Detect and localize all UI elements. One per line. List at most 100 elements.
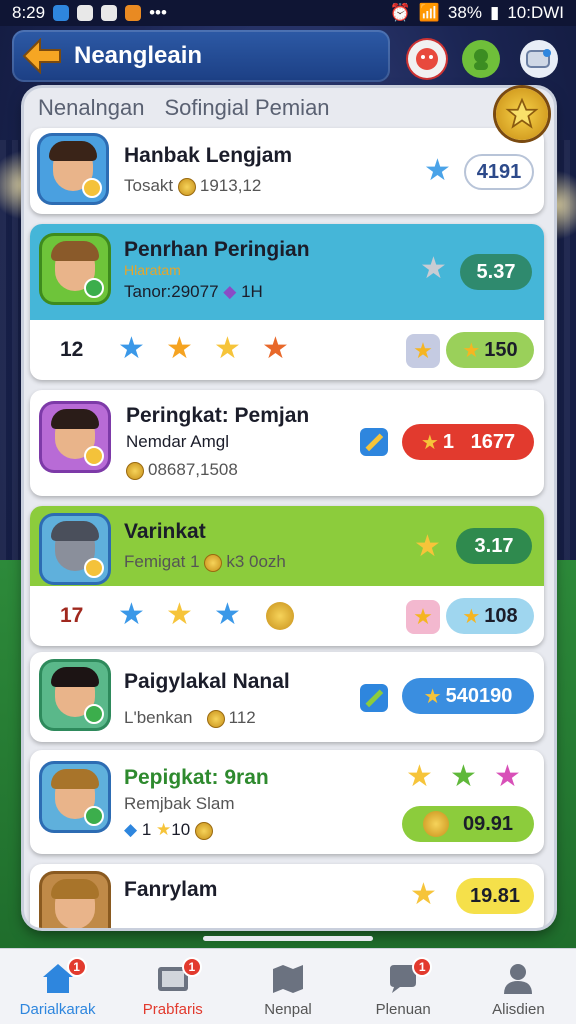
star-icon: ★ (406, 760, 433, 793)
chat-icon[interactable] (520, 40, 558, 78)
star-icon: ★ (214, 332, 241, 365)
star-icon: ★ (410, 878, 437, 911)
header-bar: Neanglеain (12, 30, 390, 82)
star-icon: ★ (262, 332, 289, 365)
leaderboard-row[interactable]: Peringkat: Pemjan Nemdar Amgl 08687,1508… (30, 390, 544, 496)
star-icon: ★ (214, 598, 241, 631)
profile-icon[interactable] (408, 40, 446, 78)
row-stats: 17 ★ ★ ★ ★ ★ 108 (30, 590, 544, 644)
player-name: Penrhan Peringian (124, 238, 310, 261)
star-icon: ★ (424, 154, 451, 187)
shop-notification-icon (125, 5, 142, 21)
star-icon: ★ (494, 760, 521, 793)
leaderboard-row[interactable]: Paigylakal Nanal L'benkan 112 ★ 540190 (30, 652, 544, 742)
tab-nenalngan[interactable]: Nenalngan (38, 95, 144, 121)
leaderboard-row[interactable]: Fanrylam ★ 19.81 (30, 864, 544, 928)
edit-icon[interactable] (360, 684, 388, 712)
home-icon: 1 (39, 957, 87, 995)
status-time: 8:29 (12, 3, 46, 22)
coin-count: 1913,12 (199, 176, 262, 195)
notification-badge: 1 (181, 957, 202, 977)
player-avatar (42, 764, 108, 830)
leaderboard-row[interactable]: Varinkat Femigat 1 k3 0ozh ★ 3.17 17 ★ ★… (30, 506, 544, 646)
more-notifications-icon: ••• (149, 3, 167, 22)
star-icon: ★ (118, 332, 145, 365)
nav-item-profile[interactable]: 1 Prabfaris (115, 949, 230, 1024)
nav-item-account[interactable]: Alisdien (461, 949, 576, 1024)
rank-badge-icon (84, 278, 104, 298)
score-pill[interactable]: 4191 (464, 154, 534, 190)
notification-badge: 1 (412, 957, 433, 977)
back-arrow-icon (22, 38, 61, 74)
score-pill[interactable]: 3.17 (456, 528, 532, 564)
trophy-icon[interactable]: ★ (406, 334, 440, 368)
player-subtitle: L'benkan 112 (124, 708, 256, 728)
bonus-pill[interactable]: ★ 108 (446, 598, 534, 634)
player-avatar (42, 516, 108, 582)
star-icon: ★ (166, 598, 193, 631)
coin-icon (206, 709, 225, 728)
favorites-star-icon[interactable] (496, 88, 548, 140)
leaderboard-row[interactable]: Hanbak Lengjam Tosakt 1913,12 ★ 4191 (30, 128, 544, 214)
trophy-icon[interactable]: ★ (406, 600, 440, 634)
player-name: Paigylakal Nanal (124, 670, 290, 693)
edit-icon[interactable] (360, 428, 388, 456)
rank-badge-icon (84, 704, 104, 724)
bonus-pill[interactable]: ★ 150 (446, 332, 534, 368)
row-stats: 12 ★ ★ ★ ★ ★ ★ 150 (30, 324, 544, 378)
player-subtitle: Nemdar Amgl (126, 432, 229, 451)
score-pill[interactable]: 5.37 (460, 254, 532, 290)
coin-icon (204, 553, 223, 572)
score-pill[interactable]: ★ 1 1677 (402, 424, 534, 460)
player-avatar (42, 404, 108, 470)
star-icon: ★ (118, 598, 145, 631)
back-button[interactable] (20, 34, 64, 78)
rank-badge-icon (82, 178, 102, 198)
chat-bubble-icon: 1 (384, 957, 433, 995)
score-pill[interactable]: ★ 540190 (402, 678, 534, 714)
nav-label: Plenuan (375, 1001, 431, 1018)
player-coins: 08687,1508 (126, 460, 238, 480)
player-avatar (42, 662, 108, 728)
status-clock: 10:DWI (507, 3, 564, 22)
nav-item-home[interactable]: 1 Darialkarak (0, 949, 115, 1024)
notification-badge: 1 (66, 957, 87, 977)
leaderboard-panel: Nenalngan Sofingial Pemian Hanbak Lengja… (24, 88, 554, 928)
player-tagline: Tanor:29077 ◆ 1H (124, 282, 263, 301)
home-indicator[interactable] (203, 936, 373, 941)
page-title: Neanglеain (74, 42, 203, 69)
rank-number: 12 (60, 338, 84, 361)
player-avatar (42, 874, 108, 928)
battery-icon: ▮ (489, 3, 500, 22)
nav-item-map[interactable]: Nenpal (230, 949, 345, 1024)
alarm-icon: ⏰ (389, 3, 411, 22)
player-name: Varinkat (124, 520, 206, 543)
player-avatar (40, 136, 106, 202)
rank-badge-icon (84, 558, 104, 578)
star-icon: ★ (420, 431, 439, 454)
nav-label: Nenpal (264, 1001, 312, 1018)
leaderboard-row[interactable]: Penrhan Peringian Hlaratam Tanor:29077 ◆… (30, 224, 544, 380)
score-pill[interactable]: 19.81 (456, 878, 534, 914)
nav-item-clubs[interactable]: 1 Plenuan (346, 949, 461, 1024)
player-subtitle: Hlaratam (124, 262, 181, 278)
player-badges: ◆ 1 ★10 (124, 820, 217, 840)
coin-icon (194, 821, 213, 840)
panel-tabs: Nenalngan Sofingial Pemian (24, 88, 554, 128)
bottom-nav: 1 Darialkarak 1 Prabfaris Nenpal 1 Plenu… (0, 948, 576, 1024)
status-bar: 8:29 ••• ⏰ 📶 38% ▮ 10:DWI (0, 0, 576, 26)
map-icon (269, 961, 307, 995)
star-icon: ★ (156, 820, 172, 839)
score-pill[interactable]: 09.91 (402, 806, 534, 842)
tab-sofingial-pemian[interactable]: Sofingial Pemian (164, 95, 329, 121)
friends-icon[interactable] (462, 40, 500, 78)
star-icon: ★ (462, 605, 481, 628)
rank-number: 17 (60, 604, 84, 627)
battery-percent: 38% (447, 3, 482, 22)
star-icon: ★ (166, 332, 193, 365)
app-notification-icon (53, 5, 70, 21)
leaderboard-row[interactable]: Pepigkat: 9ran Remjbak Slam ◆ 1 ★10 ★ ★ … (30, 750, 544, 854)
star-icon: ★ (462, 339, 481, 362)
nav-label: Prabfaris (142, 1001, 203, 1018)
nav-label: Alisdien (492, 1001, 545, 1018)
